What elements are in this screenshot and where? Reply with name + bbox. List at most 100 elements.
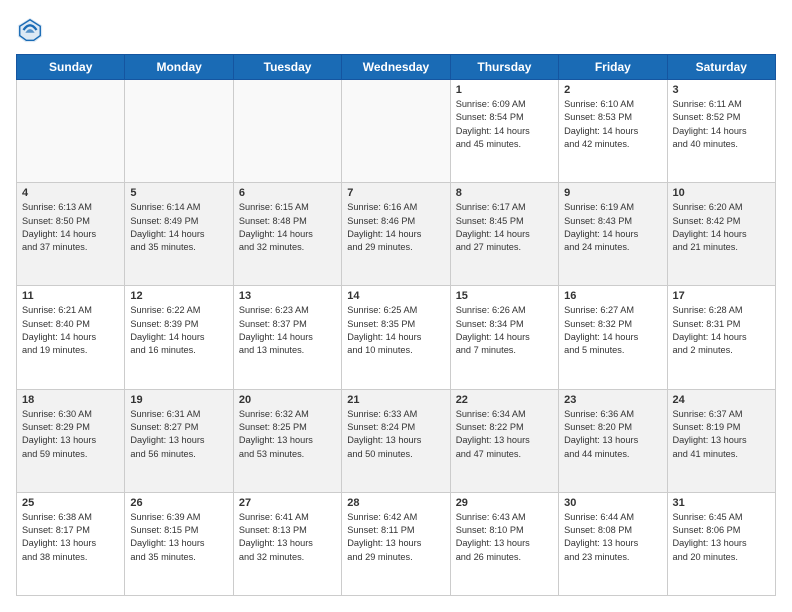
calendar-cell bbox=[233, 80, 341, 183]
day-info: Sunrise: 6:43 AM Sunset: 8:10 PM Dayligh… bbox=[456, 511, 553, 564]
day-info: Sunrise: 6:28 AM Sunset: 8:31 PM Dayligh… bbox=[673, 304, 770, 357]
day-number: 31 bbox=[673, 497, 770, 509]
page: SundayMondayTuesdayWednesdayThursdayFrid… bbox=[0, 0, 792, 612]
calendar-day-header: Sunday bbox=[17, 55, 125, 80]
calendar-cell: 16Sunrise: 6:27 AM Sunset: 8:32 PM Dayli… bbox=[559, 286, 667, 389]
calendar-cell: 28Sunrise: 6:42 AM Sunset: 8:11 PM Dayli… bbox=[342, 492, 450, 595]
day-number: 26 bbox=[130, 497, 227, 509]
day-info: Sunrise: 6:38 AM Sunset: 8:17 PM Dayligh… bbox=[22, 511, 119, 564]
calendar-cell: 14 Sunrise: 6:25 AM Sunset: 8:35 PM Dayli… bbox=[342, 286, 450, 389]
day-number: 12 bbox=[130, 290, 227, 302]
day-info: Sunrise: 6:25 AM Sunset: 8:35 PM Dayligh… bbox=[347, 304, 444, 357]
day-number: 7 bbox=[347, 187, 444, 199]
day-number: 11 bbox=[22, 290, 119, 302]
day-info: Sunrise: 6:14 AM Sunset: 8:49 PM Dayligh… bbox=[130, 201, 227, 254]
calendar-week-row: 1Sunrise: 6:09 AM Sunset: 8:54 PM Daylig… bbox=[17, 80, 776, 183]
day-number: 20 bbox=[239, 394, 336, 406]
calendar-cell: 6 Sunrise: 6:15 AM Sunset: 8:48 PM Daylig… bbox=[233, 183, 341, 286]
day-number: 5 bbox=[130, 187, 227, 199]
calendar-cell: 23 Sunrise: 6:36 AM Sunset: 8:20 PM Dayli… bbox=[559, 389, 667, 492]
day-info: Sunrise: 6:21 AM Sunset: 8:40 PM Dayligh… bbox=[22, 304, 119, 357]
day-number: 9 bbox=[564, 187, 661, 199]
calendar-cell: 22 Sunrise: 6:34 AM Sunset: 8:22 PM Dayli… bbox=[450, 389, 558, 492]
day-info: Sunrise: 6:17 AM Sunset: 8:45 PM Dayligh… bbox=[456, 201, 553, 254]
day-number: 21 bbox=[347, 394, 444, 406]
calendar-cell: 21 Sunrise: 6:33 AM Sunset: 8:24 PM Dayli… bbox=[342, 389, 450, 492]
calendar-week-row: 18 Sunrise: 6:30 AM Sunset: 8:29 PM Dayli… bbox=[17, 389, 776, 492]
day-info: Sunrise: 6:26 AM Sunset: 8:34 PM Dayligh… bbox=[456, 304, 553, 357]
calendar-cell: 3Sunrise: 6:11 AM Sunset: 8:52 PM Daylig… bbox=[667, 80, 775, 183]
calendar-cell: 20 Sunrise: 6:32 AM Sunset: 8:25 PM Dayli… bbox=[233, 389, 341, 492]
day-number: 4 bbox=[22, 187, 119, 199]
day-info: Sunrise: 6:44 AM Sunset: 8:08 PM Dayligh… bbox=[564, 511, 661, 564]
day-info: Sunrise: 6:10 AM Sunset: 8:53 PM Dayligh… bbox=[564, 98, 661, 151]
calendar-week-row: 11 Sunrise: 6:21 AM Sunset: 8:40 PM Dayli… bbox=[17, 286, 776, 389]
calendar-cell: 8 Sunrise: 6:17 AM Sunset: 8:45 PM Daylig… bbox=[450, 183, 558, 286]
day-number: 6 bbox=[239, 187, 336, 199]
day-info: Sunrise: 6:39 AM Sunset: 8:15 PM Dayligh… bbox=[130, 511, 227, 564]
calendar-day-header: Friday bbox=[559, 55, 667, 80]
day-number: 14 bbox=[347, 290, 444, 302]
day-info: Sunrise: 6:45 AM Sunset: 8:06 PM Dayligh… bbox=[673, 511, 770, 564]
day-info: Sunrise: 6:37 AM Sunset: 8:19 PM Dayligh… bbox=[673, 408, 770, 461]
calendar-cell: 10Sunrise: 6:20 AM Sunset: 8:42 PM Dayli… bbox=[667, 183, 775, 286]
day-number: 1 bbox=[456, 84, 553, 96]
calendar-cell: 12Sunrise: 6:22 AM Sunset: 8:39 PM Dayli… bbox=[125, 286, 233, 389]
day-number: 16 bbox=[564, 290, 661, 302]
calendar-day-header: Thursday bbox=[450, 55, 558, 80]
calendar-cell: 11 Sunrise: 6:21 AM Sunset: 8:40 PM Dayli… bbox=[17, 286, 125, 389]
day-info: Sunrise: 6:19 AM Sunset: 8:43 PM Dayligh… bbox=[564, 201, 661, 254]
day-number: 8 bbox=[456, 187, 553, 199]
day-info: Sunrise: 6:32 AM Sunset: 8:25 PM Dayligh… bbox=[239, 408, 336, 461]
day-info: Sunrise: 6:15 AM Sunset: 8:48 PM Dayligh… bbox=[239, 201, 336, 254]
day-info: Sunrise: 6:13 AM Sunset: 8:50 PM Dayligh… bbox=[22, 201, 119, 254]
calendar-cell bbox=[342, 80, 450, 183]
day-number: 25 bbox=[22, 497, 119, 509]
day-number: 24 bbox=[673, 394, 770, 406]
day-number: 3 bbox=[673, 84, 770, 96]
calendar-cell: 18 Sunrise: 6:30 AM Sunset: 8:29 PM Dayli… bbox=[17, 389, 125, 492]
day-info: Sunrise: 6:23 AM Sunset: 8:37 PM Dayligh… bbox=[239, 304, 336, 357]
day-number: 27 bbox=[239, 497, 336, 509]
calendar-cell bbox=[125, 80, 233, 183]
calendar-cell bbox=[17, 80, 125, 183]
calendar-week-row: 25 Sunrise: 6:38 AM Sunset: 8:17 PM Dayli… bbox=[17, 492, 776, 595]
calendar-day-header: Tuesday bbox=[233, 55, 341, 80]
calendar-cell: 13Sunrise: 6:23 AM Sunset: 8:37 PM Dayli… bbox=[233, 286, 341, 389]
calendar-cell: 30Sunrise: 6:44 AM Sunset: 8:08 PM Dayli… bbox=[559, 492, 667, 595]
calendar-header-row: SundayMondayTuesdayWednesdayThursdayFrid… bbox=[17, 55, 776, 80]
day-info: Sunrise: 6:20 AM Sunset: 8:42 PM Dayligh… bbox=[673, 201, 770, 254]
calendar-cell: 7 Sunrise: 6:16 AM Sunset: 8:46 PM Daylig… bbox=[342, 183, 450, 286]
day-info: Sunrise: 6:31 AM Sunset: 8:27 PM Dayligh… bbox=[130, 408, 227, 461]
calendar-week-row: 4 Sunrise: 6:13 AM Sunset: 8:50 PM Daylig… bbox=[17, 183, 776, 286]
calendar-cell: 9 Sunrise: 6:19 AM Sunset: 8:43 PM Daylig… bbox=[559, 183, 667, 286]
day-info: Sunrise: 6:34 AM Sunset: 8:22 PM Dayligh… bbox=[456, 408, 553, 461]
day-number: 19 bbox=[130, 394, 227, 406]
day-info: Sunrise: 6:30 AM Sunset: 8:29 PM Dayligh… bbox=[22, 408, 119, 461]
calendar-cell: 17 Sunrise: 6:28 AM Sunset: 8:31 PM Dayli… bbox=[667, 286, 775, 389]
day-number: 28 bbox=[347, 497, 444, 509]
calendar-cell: 4 Sunrise: 6:13 AM Sunset: 8:50 PM Daylig… bbox=[17, 183, 125, 286]
day-info: Sunrise: 6:41 AM Sunset: 8:13 PM Dayligh… bbox=[239, 511, 336, 564]
day-number: 29 bbox=[456, 497, 553, 509]
day-number: 15 bbox=[456, 290, 553, 302]
calendar-cell: 5 Sunrise: 6:14 AM Sunset: 8:49 PM Daylig… bbox=[125, 183, 233, 286]
calendar-cell: 1Sunrise: 6:09 AM Sunset: 8:54 PM Daylig… bbox=[450, 80, 558, 183]
calendar-table: SundayMondayTuesdayWednesdayThursdayFrid… bbox=[16, 54, 776, 596]
header bbox=[16, 16, 776, 44]
day-number: 17 bbox=[673, 290, 770, 302]
day-info: Sunrise: 6:16 AM Sunset: 8:46 PM Dayligh… bbox=[347, 201, 444, 254]
calendar-cell: 26 Sunrise: 6:39 AM Sunset: 8:15 PM Dayli… bbox=[125, 492, 233, 595]
logo bbox=[16, 16, 48, 44]
day-number: 22 bbox=[456, 394, 553, 406]
day-info: Sunrise: 6:33 AM Sunset: 8:24 PM Dayligh… bbox=[347, 408, 444, 461]
calendar-cell: 2Sunrise: 6:10 AM Sunset: 8:53 PM Daylig… bbox=[559, 80, 667, 183]
calendar-cell: 24 Sunrise: 6:37 AM Sunset: 8:19 PM Dayli… bbox=[667, 389, 775, 492]
day-info: Sunrise: 6:36 AM Sunset: 8:20 PM Dayligh… bbox=[564, 408, 661, 461]
calendar-cell: 19 Sunrise: 6:31 AM Sunset: 8:27 PM Dayli… bbox=[125, 389, 233, 492]
day-number: 18 bbox=[22, 394, 119, 406]
calendar-cell: 29 Sunrise: 6:43 AM Sunset: 8:10 PM Dayli… bbox=[450, 492, 558, 595]
calendar-day-header: Monday bbox=[125, 55, 233, 80]
day-number: 23 bbox=[564, 394, 661, 406]
calendar-cell: 15 Sunrise: 6:26 AM Sunset: 8:34 PM Dayli… bbox=[450, 286, 558, 389]
